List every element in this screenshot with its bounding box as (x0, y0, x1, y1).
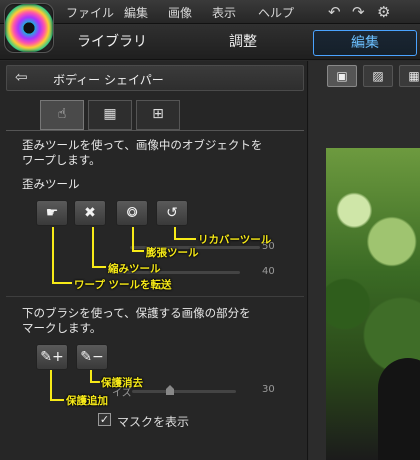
callout-line-warp (52, 227, 54, 283)
panel-title: ボディー シェイパー (53, 73, 164, 87)
recover-tool-button[interactable]: ↺ (156, 200, 188, 226)
callout-line-shrink (92, 227, 94, 267)
tab-line[interactable]: ⊞ (136, 100, 180, 130)
compare-view-button[interactable]: ▨ (363, 65, 393, 87)
slider-value-2: 40 (262, 266, 275, 277)
tab-warp[interactable]: ☝ (40, 100, 84, 130)
brush-add-button[interactable]: ✎+ (36, 344, 68, 370)
warp-description-line2: ワープします。 (22, 153, 101, 167)
callout-line-recover-h (174, 238, 196, 240)
brush-size-value: 30 (262, 384, 275, 395)
warp-hand-icon: ☝ (57, 106, 67, 122)
callout-brush-add: 保護追加 (66, 395, 108, 407)
callout-line-shrink-h (92, 266, 106, 268)
grid-view-button[interactable]: ▦ (399, 65, 420, 87)
menu-help[interactable]: ヘルプ (258, 4, 294, 21)
shrink-icon: ✖ (84, 205, 96, 221)
photo-canvas[interactable] (326, 148, 420, 460)
callout-line-expand-h (132, 250, 144, 252)
panel-header: ⇦ ボディー シェイパー (6, 65, 304, 91)
view-toolbar: ▣ ▨ ▦ (319, 65, 420, 89)
callout-shrink-tool: 縮みツール (108, 263, 161, 275)
photo-subject (378, 358, 420, 460)
brush-remove-icon: ✎− (80, 349, 104, 365)
warp-hand-icon: ☛ (45, 205, 59, 221)
brush-remove-button[interactable]: ✎− (76, 344, 108, 370)
undo-icon[interactable]: ↶ (328, 3, 341, 21)
callout-expand-tool: 膨張ツール (146, 247, 199, 259)
callout-warp-tool: ワープ ツールを転送 (74, 279, 172, 291)
brush-add-icon: ✎+ (40, 349, 64, 365)
image-viewer: ▣ ▨ ▦ (309, 61, 420, 460)
menu-bar: ファイル 編集 画像 表示 ヘルプ ↶ ↷ ⚙ (0, 0, 420, 24)
redo-icon[interactable]: ↷ (352, 3, 365, 21)
warp-section-label: 歪みツール (22, 177, 80, 191)
shrink-tool-button[interactable]: ✖ (74, 200, 106, 226)
compare-view-icon: ▨ (372, 69, 384, 83)
app-logo (4, 3, 54, 53)
line-icon: ⊞ (152, 106, 164, 122)
expand-icon: ⭗ (126, 205, 138, 221)
expand-tool-button[interactable]: ⭗ (116, 200, 148, 226)
warp-description-line1: 歪みツールを使って、画像中のオブジェクトを (22, 138, 263, 152)
callout-line-remove-h (90, 381, 100, 383)
menu-edit[interactable]: 編集 (124, 4, 148, 21)
brush-size-thumb[interactable] (166, 385, 174, 395)
tab-grid[interactable]: ▦ (88, 100, 132, 130)
tab-adjust[interactable]: 調整 (218, 30, 268, 56)
body-shaper-panel: ⇦ ボディー シェイパー ☝ ▦ ⊞ 歪みツールを使って、画像中のオブジェクトを… (0, 61, 308, 460)
callout-brush-remove: 保護消去 (101, 377, 143, 389)
menu-file[interactable]: ファイル (66, 4, 114, 21)
mode-bar: ライブラリー 調整 編集 (0, 24, 420, 74)
menu-image[interactable]: 画像 (168, 4, 192, 21)
callout-recover-tool: リカバーツール (198, 234, 272, 246)
warp-tool-button[interactable]: ☛ (36, 200, 68, 226)
protect-description-line2: マークします。 (22, 321, 102, 335)
recover-icon: ↺ (166, 205, 178, 221)
section-divider (6, 296, 304, 297)
show-mask-checkbox[interactable]: ✓ (98, 413, 111, 426)
single-view-icon: ▣ (336, 69, 348, 83)
protect-description-line1: 下のブラシを使って、保護する画像の部分を (22, 306, 251, 320)
single-view-button[interactable]: ▣ (327, 65, 357, 87)
menu-view[interactable]: 表示 (212, 4, 236, 21)
grid-icon: ▦ (103, 106, 117, 122)
callout-line-add (50, 370, 52, 400)
callout-line-warp-h (52, 282, 72, 284)
callout-line-expand (132, 227, 134, 251)
back-arrow-icon[interactable]: ⇦ (15, 68, 28, 86)
gear-icon[interactable]: ⚙ (377, 3, 390, 21)
callout-line-add-h (50, 399, 64, 401)
show-mask-label: マスクを表示 (117, 415, 190, 429)
tab-library[interactable]: ライブラリー (72, 30, 152, 74)
brush-size-track[interactable] (132, 390, 236, 393)
grid-view-icon: ▦ (408, 69, 420, 83)
tab-edit[interactable]: 編集 (313, 30, 417, 56)
tabs-divider (6, 130, 304, 131)
